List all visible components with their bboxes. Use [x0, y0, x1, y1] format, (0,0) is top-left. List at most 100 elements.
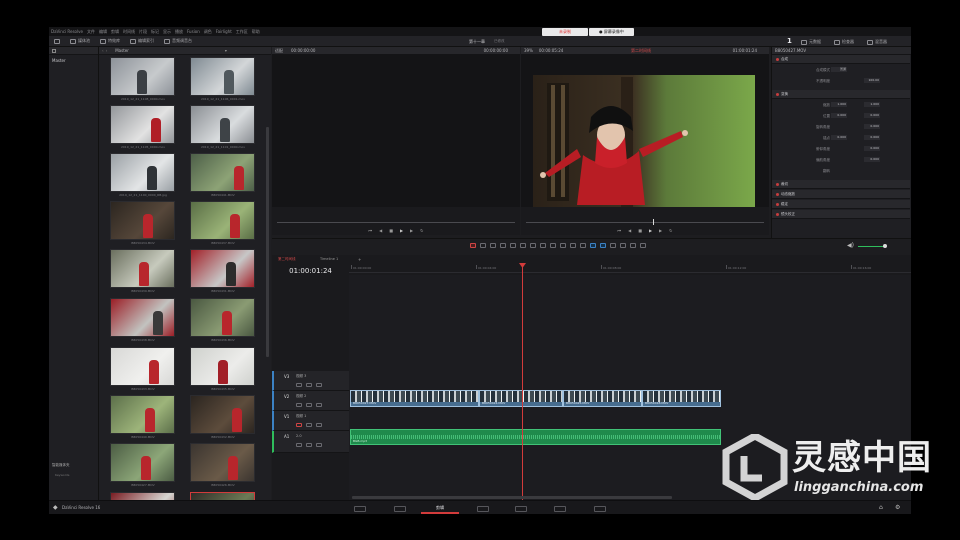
prev-clip-icon[interactable]: ⏮ [618, 228, 622, 234]
section-enable-icon[interactable] [776, 58, 779, 61]
inspector-value[interactable]: 0.000 [864, 124, 880, 129]
play-icon[interactable]: ▶ [400, 228, 403, 234]
media-thumbnail[interactable] [110, 249, 175, 288]
inspector-value[interactable]: 1.000 [864, 102, 880, 107]
lock-icon[interactable] [296, 383, 302, 387]
media-thumbnail[interactable] [110, 298, 175, 337]
smart-bin-keywords[interactable]: Keywords [55, 473, 69, 477]
stop-icon[interactable]: ■ [389, 228, 393, 234]
edit-tool-icon[interactable] [600, 243, 606, 248]
edit-tool-icon[interactable] [540, 243, 546, 248]
lock-icon[interactable] [296, 443, 302, 447]
inspector-section[interactable]: 稳定 [772, 200, 910, 209]
timeline-viewer-zoom[interactable]: 39% [524, 48, 533, 53]
source-zoom[interactable]: 适配 [275, 48, 283, 54]
auto-select-icon[interactable] [306, 403, 312, 407]
timeline-viewer-name[interactable]: 第二时间线 [631, 48, 651, 54]
menu-item[interactable]: 剪辑 [111, 29, 119, 35]
media-thumbnail[interactable] [190, 298, 255, 337]
edit-tool-icon[interactable] [590, 243, 596, 248]
step-back-icon[interactable]: ◀ [628, 228, 631, 234]
menu-item[interactable]: 播放 [175, 29, 183, 35]
toolbar-edit-index[interactable]: 编辑索引 [130, 38, 154, 44]
auto-select-icon[interactable] [306, 423, 312, 427]
page-cut-icon[interactable] [394, 506, 406, 512]
edit-tool-icon[interactable] [480, 243, 486, 248]
volume-icon[interactable]: ◀) [847, 242, 854, 249]
timeline-ruler[interactable]: 01:00:00:00 01:00:04:00 01:00:08:00 01:00:1… [349, 265, 911, 273]
edit-tool-icon[interactable] [640, 243, 646, 248]
menu-item[interactable]: 帮助 [252, 29, 260, 35]
video-clip[interactable]: B8050418.MOV [642, 390, 721, 407]
toolbar-mixer[interactable]: 混音器 [867, 39, 887, 45]
inspector-value[interactable]: 0.000 [864, 113, 880, 118]
page-fusion-icon[interactable] [477, 506, 489, 512]
sort-icon[interactable]: ▾ [225, 48, 227, 53]
toolbar-metadata[interactable]: 元数据 [801, 39, 821, 45]
inspector-section[interactable]: 合成 [772, 55, 910, 64]
menu-item[interactable]: 编辑 [99, 29, 107, 35]
edit-tool-icon[interactable] [630, 243, 636, 248]
home-icon[interactable]: ⌂ [879, 504, 883, 511]
media-thumbnail[interactable] [110, 201, 175, 240]
lock-icon[interactable] [296, 423, 302, 427]
video-clip[interactable]: B8050427.MOV [350, 390, 479, 407]
edit-tool-icon[interactable] [620, 243, 626, 248]
page-media-icon[interactable] [354, 506, 366, 512]
inspector-section[interactable]: 变换 [772, 90, 910, 99]
page-color-icon[interactable] [515, 506, 527, 512]
media-pool-scrollbar[interactable] [266, 127, 269, 357]
inspector-value[interactable]: 0.000 [864, 135, 880, 140]
edit-tool-icon[interactable] [500, 243, 506, 248]
menu-item[interactable]: 片段 [139, 29, 147, 35]
track-name[interactable]: 视频 3 [296, 374, 306, 379]
inspector-value[interactable]: 0.000 [831, 135, 847, 140]
page-deliver-icon[interactable] [594, 506, 606, 512]
inspector-value[interactable]: 0.000 [864, 146, 880, 151]
inspector-section[interactable]: 裁切 [772, 180, 910, 189]
edit-tool-icon[interactable] [570, 243, 576, 248]
menu-item[interactable]: 工作区 [236, 29, 248, 35]
settings-icon[interactable]: ⚙ [895, 504, 900, 511]
volume-slider[interactable] [858, 246, 886, 247]
section-enable-icon[interactable] [776, 183, 779, 186]
menu-item[interactable]: Fusion [187, 29, 200, 34]
media-thumbnail[interactable] [110, 57, 175, 96]
inspector-value[interactable]: 100.00 [864, 78, 880, 83]
media-thumbnail[interactable] [190, 57, 255, 96]
add-timeline-icon[interactable]: + [358, 257, 361, 262]
section-enable-icon[interactable] [776, 203, 779, 206]
step-forward-icon[interactable]: ▶ [659, 228, 662, 234]
track-name[interactable]: 视频 2 [296, 394, 306, 399]
track-header[interactable]: V2 视频 2 [272, 391, 349, 411]
track-header[interactable]: A1 2.0 [272, 431, 349, 453]
lock-icon[interactable] [296, 403, 302, 407]
volume-knob[interactable] [883, 244, 887, 248]
timeline-scrollbar[interactable] [352, 496, 672, 499]
prev-clip-icon[interactable]: ⏮ [369, 228, 373, 234]
edit-tool-icon[interactable] [490, 243, 496, 248]
loop-icon[interactable]: ↻ [420, 228, 423, 234]
audio-clip[interactable]: BGB.mp3 [350, 429, 721, 445]
track-header[interactable]: V3 视频 3 [272, 371, 349, 391]
timeline-scrubber[interactable] [526, 222, 764, 223]
toolbar-panel-toggle[interactable] [54, 38, 60, 44]
media-thumbnail[interactable] [190, 201, 255, 240]
inspector-value[interactable]: 普通 [831, 67, 847, 72]
section-enable-icon[interactable] [776, 93, 779, 96]
edit-tool-icon[interactable] [560, 243, 566, 248]
media-thumbnail[interactable] [190, 105, 255, 144]
toggle-track-icon[interactable] [316, 423, 322, 427]
playhead[interactable] [522, 263, 523, 500]
edit-tool-icon[interactable] [550, 243, 556, 248]
timeline-tab-2[interactable]: Timeline 1 [320, 257, 338, 261]
track-name[interactable]: 2.0 [296, 434, 302, 438]
inspector-value[interactable]: 1.000 [831, 102, 847, 107]
toggle-track-icon[interactable] [316, 443, 322, 447]
media-thumbnail[interactable] [110, 347, 175, 386]
inspector-value[interactable]: 0.000 [864, 157, 880, 162]
menu-item[interactable]: 标记 [151, 29, 159, 35]
inspector-value[interactable]: 0.000 [831, 113, 847, 118]
record-button[interactable]: 未录制 [542, 28, 588, 36]
video-clip[interactable]: B8050424.MOV [479, 390, 563, 407]
